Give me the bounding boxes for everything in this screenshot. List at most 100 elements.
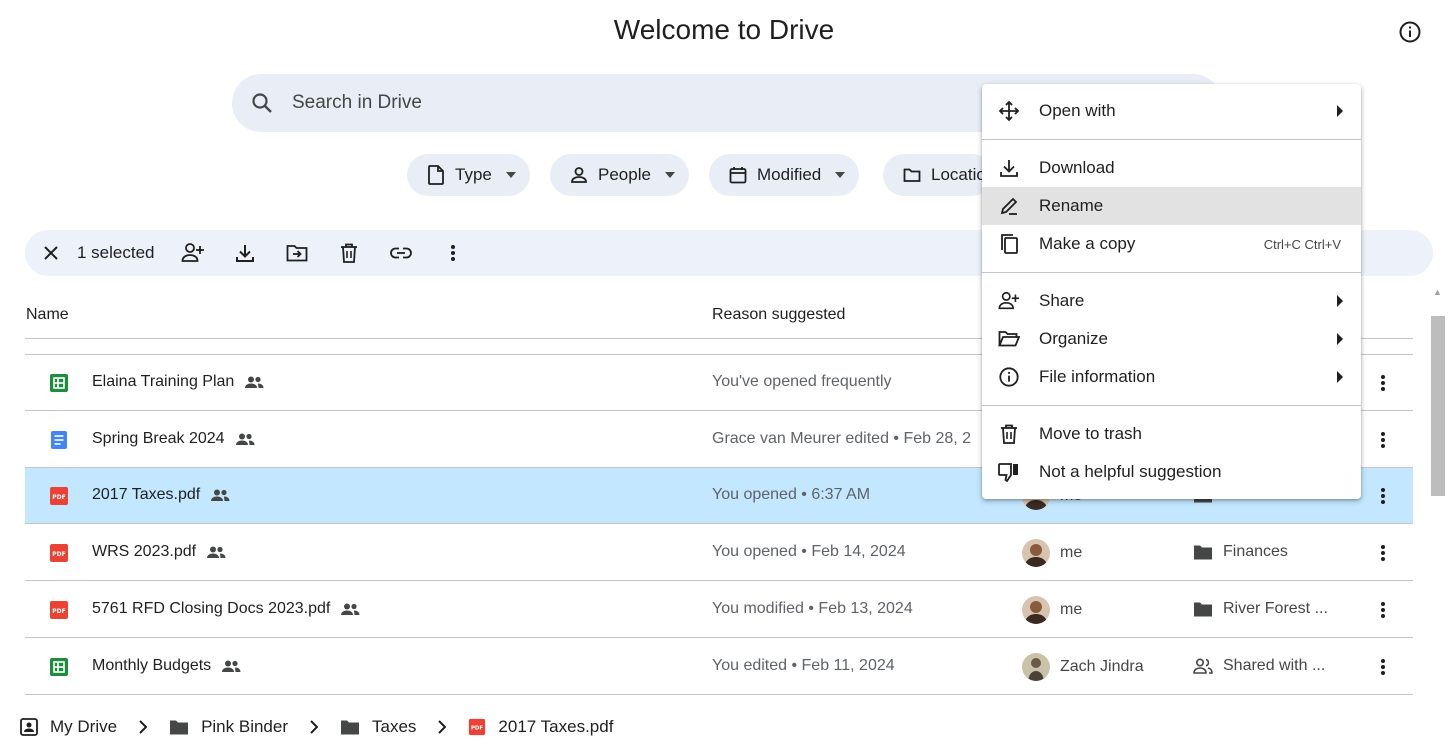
menu-item-organize[interactable]: Organize bbox=[982, 320, 1361, 358]
column-header-name[interactable]: Name bbox=[26, 306, 69, 324]
owner-name: me bbox=[1060, 544, 1083, 561]
menu-item-label: Make a copy bbox=[1039, 234, 1136, 253]
file-name: Monthly Budgets bbox=[92, 657, 241, 675]
share-person-add-icon[interactable] bbox=[181, 241, 205, 265]
owner-name: Zach Jindra bbox=[1060, 658, 1144, 675]
menu-item-share[interactable]: Share bbox=[982, 282, 1361, 320]
more-vert-icon[interactable] bbox=[1371, 371, 1395, 395]
file-row[interactable]: PDF WRS 2023.pdf You opened • Feb 14, 20… bbox=[25, 525, 1413, 581]
download-icon[interactable] bbox=[233, 241, 257, 265]
more-vert-icon[interactable] bbox=[1371, 655, 1395, 679]
chevron-right-icon bbox=[310, 720, 318, 734]
info-icon bbox=[998, 366, 1020, 388]
file-name: Elaina Training Plan bbox=[92, 373, 264, 391]
folder-icon bbox=[903, 168, 921, 182]
avatar bbox=[1022, 653, 1050, 681]
owner-name: me bbox=[1060, 601, 1083, 618]
shared-people-icon bbox=[341, 603, 360, 615]
file-name-text: Elaina Training Plan bbox=[92, 373, 235, 390]
keyboard-shortcut: Ctrl+C Ctrl+V bbox=[1263, 236, 1341, 252]
shared-folder-icon bbox=[1194, 545, 1212, 560]
menu-item-label: Open with bbox=[1039, 101, 1116, 120]
filter-location-chip[interactable]: Locatio bbox=[883, 154, 993, 196]
menu-item-make-copy[interactable]: Make a copy Ctrl+C Ctrl+V bbox=[982, 225, 1361, 263]
more-vert-icon[interactable] bbox=[1371, 541, 1395, 565]
link-icon[interactable] bbox=[389, 241, 413, 265]
menu-item-move-to-trash[interactable]: Move to trash bbox=[982, 415, 1361, 453]
trash-icon[interactable] bbox=[337, 241, 361, 265]
calendar-icon bbox=[729, 167, 747, 184]
location-name: Shared with ... bbox=[1223, 657, 1326, 674]
submenu-arrow-icon bbox=[1337, 371, 1343, 383]
svg-text:PDF: PDF bbox=[52, 608, 65, 615]
menu-item-open-with[interactable]: Open with bbox=[982, 92, 1361, 130]
location-name: River Forest ... bbox=[1223, 600, 1328, 617]
filter-people-chip[interactable]: People bbox=[550, 154, 689, 196]
more-vert-icon[interactable] bbox=[1371, 428, 1395, 452]
person-icon bbox=[571, 167, 587, 183]
owner: me bbox=[1022, 539, 1082, 567]
reason-text: Grace van Meurer edited • Feb 28, 2 bbox=[712, 430, 972, 447]
caret-down-icon bbox=[835, 172, 846, 178]
scrollbar[interactable]: ▲ bbox=[1428, 285, 1446, 705]
breadcrumb-taxes[interactable]: Taxes bbox=[340, 717, 416, 737]
filter-type-chip[interactable]: Type bbox=[407, 154, 530, 196]
submenu-arrow-icon bbox=[1337, 295, 1343, 307]
reason-text: You modified • Feb 13, 2024 bbox=[712, 600, 913, 617]
more-vert-icon[interactable] bbox=[1371, 484, 1395, 508]
avatar bbox=[1022, 539, 1050, 567]
menu-divider bbox=[982, 405, 1361, 406]
shared-people-icon bbox=[245, 376, 264, 388]
page-title: Welcome to Drive bbox=[613, 14, 835, 45]
sheets-icon bbox=[49, 657, 69, 677]
file-name: Spring Break 2024 bbox=[92, 430, 255, 448]
scrollbar-thumb[interactable] bbox=[1431, 316, 1445, 496]
file-row[interactable]: Monthly Budgets You edited • Feb 11, 202… bbox=[25, 639, 1413, 695]
breadcrumb: My Drive Pink Binder Taxes PDF 2017 Taxe… bbox=[0, 705, 1456, 749]
pdf-icon: PDF bbox=[469, 718, 486, 736]
trash-icon bbox=[998, 423, 1020, 445]
pdf-icon: PDF bbox=[49, 486, 69, 506]
reason-text: You opened • Feb 14, 2024 bbox=[712, 543, 906, 560]
menu-item-file-information[interactable]: File information bbox=[982, 358, 1361, 396]
file-icon bbox=[428, 165, 444, 185]
filter-people-label: People bbox=[598, 165, 651, 184]
move-to-folder-icon[interactable] bbox=[285, 241, 309, 265]
scroll-up-arrow-icon[interactable]: ▲ bbox=[1433, 287, 1442, 297]
file-name-text: Monthly Budgets bbox=[92, 657, 212, 674]
filter-modified-chip[interactable]: Modified bbox=[709, 154, 860, 196]
info-icon[interactable] bbox=[1398, 20, 1422, 44]
menu-item-not-helpful[interactable]: Not a helpful suggestion bbox=[982, 453, 1361, 491]
svg-text:PDF: PDF bbox=[52, 551, 65, 558]
shared-folder-icon bbox=[1194, 602, 1212, 617]
more-vert-icon[interactable] bbox=[1371, 598, 1395, 622]
file-name-text: 2017 Taxes.pdf bbox=[92, 486, 201, 503]
chevron-right-icon bbox=[438, 720, 447, 734]
location: Finances bbox=[1193, 543, 1288, 561]
breadcrumb-pink-binder[interactable]: Pink Binder bbox=[169, 717, 288, 737]
breadcrumb-current-file[interactable]: PDF 2017 Taxes.pdf bbox=[468, 717, 613, 737]
menu-item-label: Rename bbox=[1039, 196, 1104, 215]
file-name-text: 5761 RFD Closing Docs 2023.pdf bbox=[92, 600, 331, 617]
context-menu: Open with Download Rename Make a copy Ct… bbox=[982, 84, 1361, 499]
menu-item-label: File information bbox=[1039, 367, 1156, 386]
search-icon[interactable] bbox=[250, 91, 274, 115]
breadcrumb-my-drive[interactable]: My Drive bbox=[20, 717, 117, 737]
more-vert-icon[interactable] bbox=[441, 241, 465, 265]
svg-text:PDF: PDF bbox=[471, 726, 483, 732]
breadcrumb-label: My Drive bbox=[50, 717, 118, 736]
sheets-icon bbox=[49, 373, 69, 393]
menu-item-rename[interactable]: Rename bbox=[982, 187, 1361, 225]
file-name-text: Spring Break 2024 bbox=[92, 430, 225, 447]
pdf-icon: PDF bbox=[49, 600, 69, 620]
search-input[interactable] bbox=[292, 92, 892, 114]
shared-with-me-icon bbox=[1193, 658, 1213, 674]
submenu-arrow-icon bbox=[1337, 333, 1343, 345]
menu-item-download[interactable]: Download bbox=[982, 149, 1361, 187]
file-row[interactable]: PDF 5761 RFD Closing Docs 2023.pdf You m… bbox=[25, 582, 1413, 638]
menu-item-label: Move to trash bbox=[1039, 424, 1142, 443]
close-icon[interactable] bbox=[39, 241, 63, 265]
shared-people-icon bbox=[207, 546, 226, 558]
caret-down-icon bbox=[664, 172, 675, 178]
docs-icon bbox=[49, 430, 69, 450]
